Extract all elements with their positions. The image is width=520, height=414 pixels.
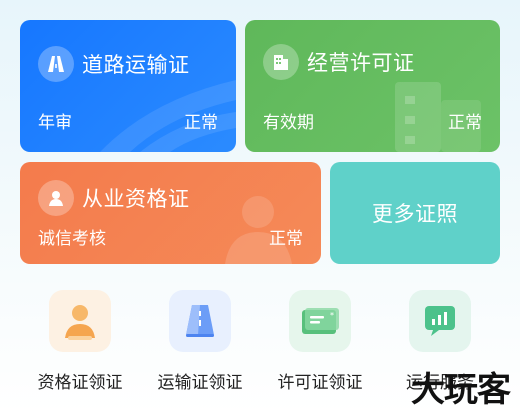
road-transport-card[interactable]: 道路运输证 年审 正常 [20, 20, 236, 152]
business-card-sub: 有效期 [263, 113, 314, 133]
tool-qualification-label: 资格证领证 [37, 373, 123, 393]
tool-transport-collect[interactable]: 运输证领证 [140, 290, 260, 393]
business-card-status: 正常 [448, 113, 482, 133]
license-card-icon: * [289, 290, 351, 352]
building-icon [263, 44, 299, 80]
qualification-card-status: 正常 [269, 229, 303, 249]
tool-qualification-collect[interactable]: 资格证领证 [20, 290, 140, 393]
road-card-sub: 年审 [38, 113, 72, 133]
svg-text:*: * [330, 311, 334, 320]
road-card-title: 道路运输证 [82, 53, 190, 77]
qualification-card-title: 从业资格证 [82, 187, 190, 211]
chart-service-icon [409, 290, 471, 352]
more-certificates-card[interactable]: 更多证照 [330, 162, 500, 264]
qualification-card[interactable]: 从业资格证 诚信考核 正常 [20, 162, 321, 264]
business-card-title: 经营许可证 [307, 51, 415, 75]
qualification-card-sub: 诚信考核 [38, 229, 106, 249]
business-license-card[interactable]: 经营许可证 有效期 正常 [245, 20, 500, 152]
tool-transport-label: 运输证领证 [157, 373, 243, 393]
watermark-text: 大玩客 [411, 370, 511, 410]
road-icon [38, 46, 74, 82]
person-icon [38, 180, 74, 216]
road-card-status: 正常 [184, 113, 218, 133]
road-certificate-icon [169, 290, 231, 352]
more-certificates-label: 更多证照 [372, 202, 458, 226]
person-certificate-icon [49, 290, 111, 352]
tool-license-collect[interactable]: * 许可证领证 [260, 290, 380, 393]
tool-license-label: 许可证领证 [277, 373, 363, 393]
